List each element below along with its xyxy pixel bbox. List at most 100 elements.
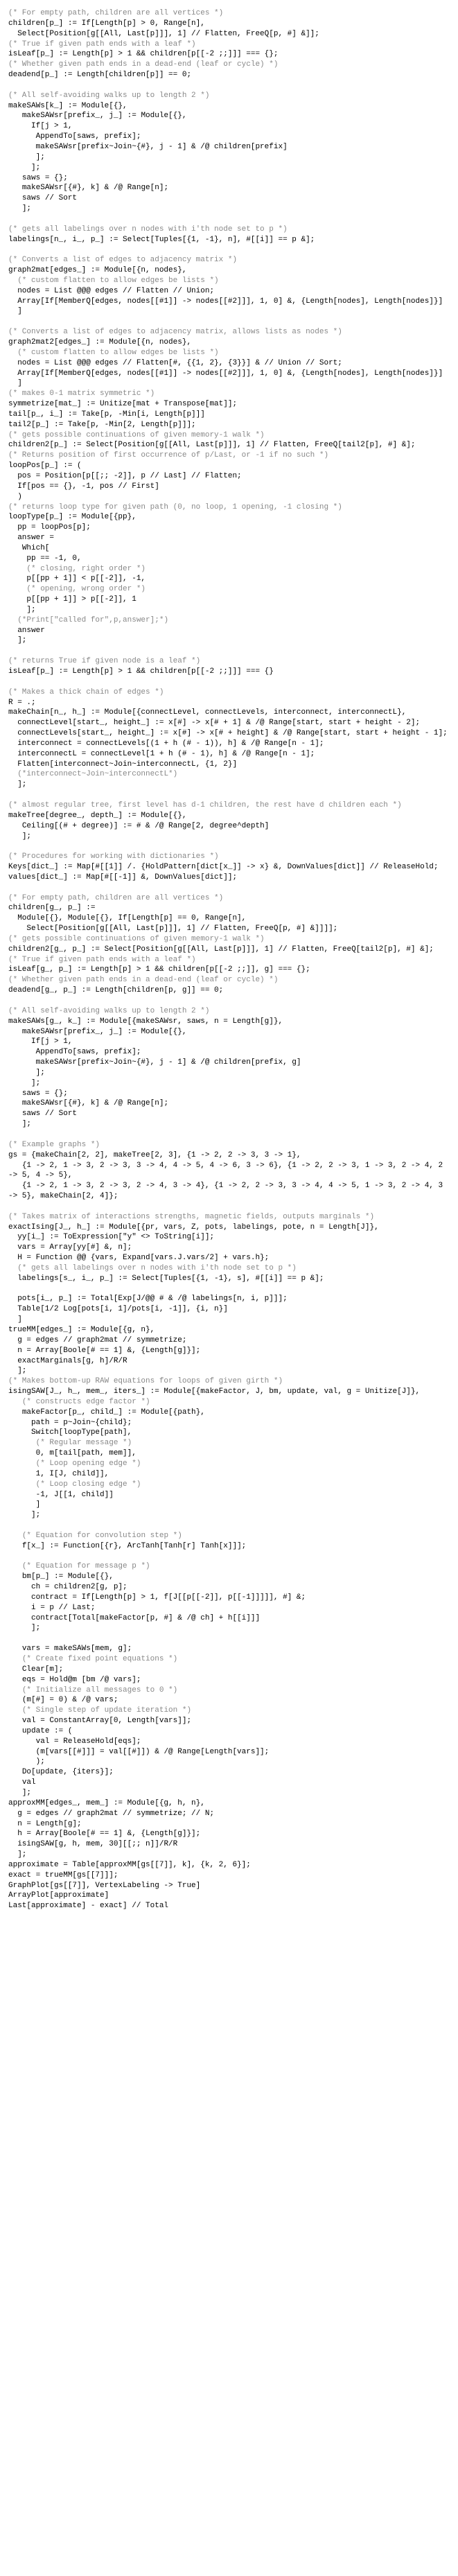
- code-line: [8, 317, 450, 327]
- code-line: exactIsing[J_, h_] := Module[{pr, vars, …: [8, 1223, 450, 1233]
- code-line: ];: [8, 1788, 450, 1798]
- code-line: labelings[n_, i_, p_] := Select[Tuples[{…: [8, 235, 450, 245]
- code-line: [8, 245, 450, 255]
- code-line: );: [8, 1757, 450, 1767]
- code-line: [8, 1130, 450, 1140]
- code-line: 1, I[J, child]],: [8, 1469, 450, 1480]
- code-line: ];: [8, 780, 450, 790]
- code-line: graph2mat[edges_] := Module[{n, nodes},: [8, 265, 450, 276]
- code-line: R = .;: [8, 698, 450, 708]
- code-line: [8, 790, 450, 800]
- code-line: Array[If[MemberQ[edges, nodes[[#1]] -> n…: [8, 369, 450, 379]
- code-line: val: [8, 1778, 450, 1788]
- code-line: (* Create fixed point equations *): [8, 1654, 450, 1665]
- code-line: (* gets possible continuations of given …: [8, 430, 450, 441]
- code-line: [8, 996, 450, 1006]
- code-line: (* Regular message *): [8, 1438, 450, 1448]
- code-line: (* returns loop type for given path (0, …: [8, 502, 450, 513]
- code-line: (* constructs edge factor *): [8, 1397, 450, 1408]
- code-line: ];: [8, 204, 450, 214]
- code-line: makeSAWsr[prefix~Join~{#}, j - 1] & /@ c…: [8, 1058, 450, 1068]
- code-line: ): [8, 492, 450, 502]
- code-line: (*interconnect~Join~interconnectL*): [8, 769, 450, 780]
- code-line: H = Function @@ {vars, Expand[vars.J.var…: [8, 1253, 450, 1263]
- code-line: saws // Sort: [8, 1109, 450, 1119]
- code-line: isLeaf[p_] := Length[p] > 1 && children[…: [8, 667, 450, 677]
- code-line: ];: [8, 1366, 450, 1376]
- code-line: (* All self-avoiding walks up to length …: [8, 1006, 450, 1017]
- code-line: (* Loop opening edge *): [8, 1459, 450, 1469]
- code-line: ];: [8, 636, 450, 646]
- code-line: p[[pp + 1]] > p[[-2]], 1: [8, 595, 450, 605]
- code-line: p[[pp + 1]] < p[[-2]], -1,: [8, 574, 450, 584]
- code-line: makeSAWsr[prefix~Join~{#}, j - 1] & /@ c…: [8, 142, 450, 152]
- code-line: makeSAWsr[{#}, k] & /@ Range[n];: [8, 183, 450, 193]
- code-line: children2[p_] := Select[Position[g[[All,…: [8, 440, 450, 450]
- code-line: [8, 214, 450, 225]
- code-line: ];: [8, 1119, 450, 1130]
- code-line: AppendTo[saws, prefix];: [8, 1047, 450, 1058]
- code-line: nodes = List @@@ edges // Flatten[#, {{1…: [8, 358, 450, 369]
- code-line: (* custom flatten to allow edges be list…: [8, 276, 450, 286]
- code-line: contract[Total[makeFactor[p, #] & /@ ch]…: [8, 1613, 450, 1624]
- code-line: (m[vars[[#]]] = val[[#]]) & /@ Range[Len…: [8, 1747, 450, 1758]
- code-line: isLeaf[p_] := Length[p] > 1 && children[…: [8, 49, 450, 60]
- code-line: [8, 1521, 450, 1531]
- code-line: Array[If[MemberQ[edges, nodes[[#1]] -> n…: [8, 297, 450, 307]
- code-line: makeChain[n_, h_] := Module[{connectLeve…: [8, 708, 450, 718]
- code-line: Flatten[interconnect~Join~interconnectL,…: [8, 760, 450, 770]
- code-line: answer =: [8, 533, 450, 543]
- code-line: ArrayPlot[approximate]: [8, 1891, 450, 1901]
- code-line: Which[: [8, 543, 450, 554]
- code-line: If[pos == {}, -1, pos // First]: [8, 482, 450, 492]
- code-line: saws = {};: [8, 1089, 450, 1099]
- code-line: trueMM[edges_] := Module[{g, n},: [8, 1325, 450, 1335]
- code-line: [8, 80, 450, 91]
- code-line: makeSAWsr[prefix_, j_] := Module[{},: [8, 111, 450, 121]
- code-line: Keys[dict_] := Map[#[[1]] /. {HoldPatter…: [8, 862, 450, 873]
- code-line: g = edges // graph2mat // symmetrize; //…: [8, 1809, 450, 1819]
- code-line: ];: [8, 605, 450, 615]
- code-line: n = Array[Boole[# == 1] &, {Length[g]}];: [8, 1346, 450, 1356]
- code-line: interconnect = connectLevels[(1 + h (# -…: [8, 739, 450, 749]
- code-line: (* Equation for message p *): [8, 1561, 450, 1572]
- code-line: Clear[m];: [8, 1665, 450, 1675]
- code-line: labelings[s_, i_, p_] := Select[Tuples[{…: [8, 1274, 450, 1284]
- code-line: i = p // Last;: [8, 1603, 450, 1613]
- code-line: makeSAWs[k_] := Module[{},: [8, 101, 450, 112]
- code-line: bm[p_] := Module[{},: [8, 1572, 450, 1582]
- code-line: (* gets possible continuations of given …: [8, 934, 450, 945]
- code-line: GraphPlot[gs[[7]], VertexLabeling -> Tru…: [8, 1881, 450, 1891]
- code-line: f[x_] := Function[{r}, ArcTanh[Tanh[r] T…: [8, 1541, 450, 1552]
- code-line: Do[update, {iters}];: [8, 1767, 450, 1778]
- code-line: isingSAW[g, h, mem, 30][[;; n]]/R/R: [8, 1839, 450, 1850]
- code-line: symmetrize[mat_] := Unitize[mat + Transp…: [8, 399, 450, 410]
- code-line: ]: [8, 306, 450, 317]
- code-line: Select[Position[g[[All, Last[p]]], 1] //…: [8, 29, 450, 40]
- code-line: children2[g_, p_] := Select[Position[g[[…: [8, 945, 450, 955]
- code-line: ];: [8, 1510, 450, 1521]
- code-line: interconnectL = connectLevel[1 + h (# - …: [8, 749, 450, 760]
- code-line: Module[{}, Module[{}, If[Length[p] == 0,…: [8, 913, 450, 924]
- code-line: ]: [8, 378, 450, 389]
- code-line: ];: [8, 1078, 450, 1089]
- code-line: pp == -1, 0,: [8, 554, 450, 564]
- code-line: (* gets all labelings over n nodes with …: [8, 225, 450, 235]
- code-line: graph2mat2[edges_] := Module[{n, nodes},: [8, 338, 450, 348]
- code-line: [8, 677, 450, 687]
- code-line: yy[i_] := ToExpression["y" <> ToString[i…: [8, 1232, 450, 1243]
- code-line: Select[Position[g[[All, Last[p]]], 1] //…: [8, 924, 450, 934]
- code-line: tail[p_, i_] := Take[p, -Min[i, Length[p…: [8, 410, 450, 420]
- code-line: n = Length[g];: [8, 1819, 450, 1830]
- code-line: exactMarginals[g, h]/R/R: [8, 1356, 450, 1367]
- code-line: contract = If[Length[p] > 1, f[J[[p[[-2]…: [8, 1593, 450, 1603]
- code-line: children[p_] := If[Length[p] > 0, Range[…: [8, 19, 450, 29]
- code-line: AppendTo[saws, prefix];: [8, 132, 450, 142]
- code-line: (* Equation for convolution step *): [8, 1531, 450, 1541]
- code-line: connectLevel[start_, height_] := x[#] ->…: [8, 718, 450, 728]
- code-line: (* Makes a thick chain of edges *): [8, 687, 450, 698]
- code-line: nodes = List @@@ edges // Flatten // Uni…: [8, 286, 450, 297]
- code-line: (* Whether given path ends in a dead-end…: [8, 60, 450, 70]
- code-line: isingSAW[J_, h_, mem_, iters_] := Module…: [8, 1387, 450, 1397]
- code-line: (* For empty path, children are all vert…: [8, 893, 450, 904]
